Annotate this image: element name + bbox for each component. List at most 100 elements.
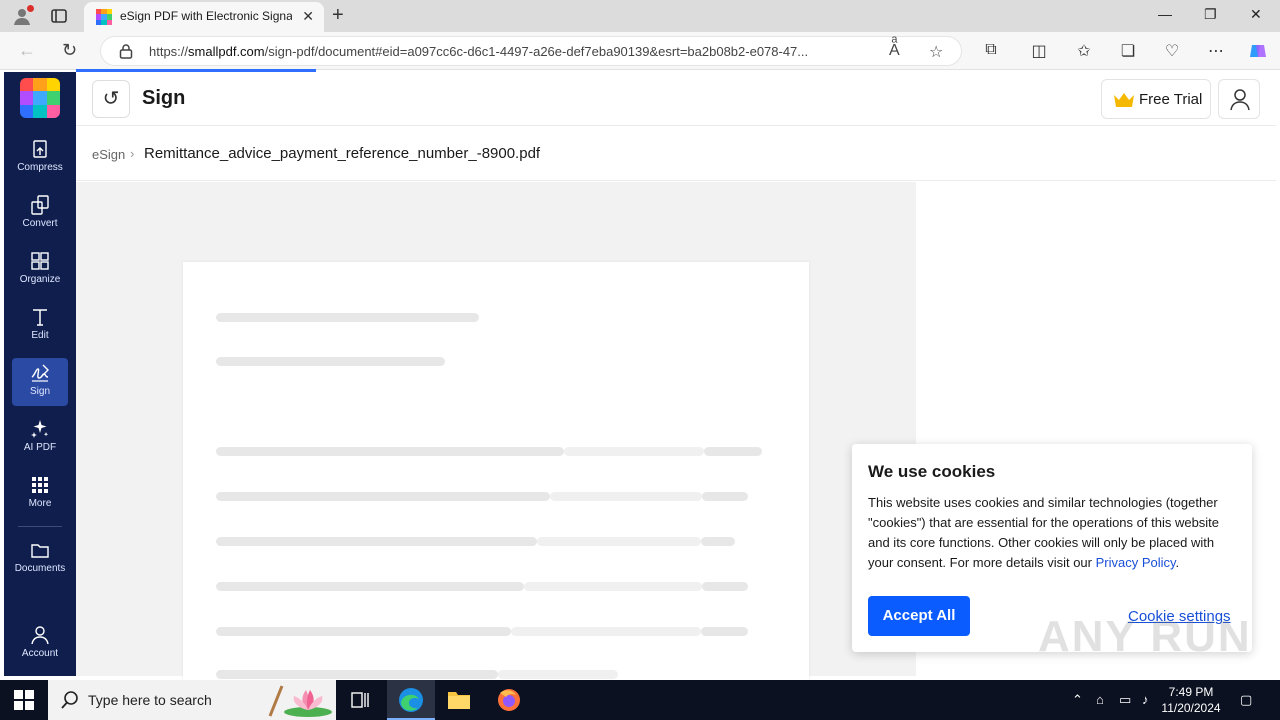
sidebar-item-compress[interactable]: Compress	[12, 134, 68, 182]
url-text: https://smallpdf.com/sign-pdf/document#e…	[149, 44, 809, 59]
back-icon[interactable]: ←	[18, 40, 36, 61]
crown-icon	[1114, 93, 1134, 107]
sidebar-item-more[interactable]: More	[12, 470, 68, 518]
grid-icon	[32, 477, 48, 493]
split-screen-icon[interactable]: ◫	[1029, 41, 1049, 61]
sidebar-item-documents[interactable]: Documents	[12, 535, 68, 583]
collections-icon[interactable]: ❏	[1118, 41, 1138, 61]
sidebar-divider	[18, 526, 62, 527]
tab-actions-icon[interactable]	[50, 7, 68, 25]
sidebar-item-convert[interactable]: Convert	[12, 190, 68, 238]
folder-icon	[31, 544, 49, 558]
skeleton-line	[216, 357, 445, 366]
compress-icon	[33, 140, 47, 158]
system-clock[interactable]: 7:49 PM 11/20/2024	[1160, 684, 1222, 716]
undo-back-button[interactable]: ↺	[92, 80, 130, 118]
skeleton-line	[216, 627, 511, 636]
settings-more-icon[interactable]: ⋯	[1206, 41, 1226, 61]
skeleton-line	[511, 627, 701, 636]
tray-overflow-icon[interactable]: ⌃	[1072, 692, 1083, 708]
skeleton-line	[704, 447, 762, 456]
skeleton-line	[216, 492, 550, 501]
tab-close-icon[interactable]: ✕	[302, 8, 314, 25]
account-button[interactable]	[1218, 79, 1260, 119]
skeleton-line	[550, 492, 702, 501]
lotus-decoration-icon	[268, 685, 332, 717]
cookie-text: This website uses cookies and similar te…	[868, 495, 1220, 570]
search-placeholder: Type here to search	[88, 692, 212, 708]
document-viewer[interactable]	[76, 182, 916, 682]
document-page-loading	[183, 262, 809, 682]
window-close-icon[interactable]: ✕	[1250, 6, 1262, 23]
lock-icon[interactable]	[119, 43, 133, 59]
free-trial-button[interactable]: Free Trial	[1101, 79, 1211, 119]
breadcrumb-separator: ›	[130, 146, 135, 161]
privacy-policy-link[interactable]: Privacy Policy	[1096, 555, 1176, 570]
taskbar-search-box[interactable]: Type here to search	[48, 680, 336, 720]
sign-icon	[31, 364, 49, 382]
skeleton-line	[537, 537, 701, 546]
skeleton-line	[216, 447, 564, 456]
skeleton-line	[216, 313, 479, 322]
smallpdf-logo[interactable]	[20, 78, 60, 118]
search-icon	[61, 691, 78, 709]
sidebar-item-organize[interactable]: Organize	[12, 246, 68, 294]
page-title: Sign	[142, 87, 186, 109]
accept-all-button[interactable]: Accept All	[868, 596, 970, 636]
edit-icon	[33, 309, 47, 326]
notifications-icon[interactable]: ▢	[1240, 692, 1252, 708]
sidebar: Compress Convert Organize Edit Sign AI P…	[4, 72, 76, 676]
skeleton-line	[564, 447, 704, 456]
cookie-title: We use cookies	[868, 462, 996, 481]
favorites-icon[interactable]: ✩	[1074, 41, 1094, 61]
minimize-icon[interactable]: —	[1158, 6, 1172, 22]
reload-icon[interactable]: ↻	[62, 40, 77, 61]
convert-icon	[31, 195, 49, 215]
skeleton-line	[216, 670, 498, 679]
browser-tab-active[interactable]: eSign PDF with Electronic Signat ✕	[84, 2, 324, 32]
anyrun-watermark: ANY RUN	[1038, 612, 1252, 661]
tray-device-icon[interactable]: ⌂	[1096, 692, 1104, 707]
profile-icon[interactable]	[12, 5, 34, 26]
extensions-icon[interactable]: ⧉	[981, 41, 1001, 61]
app-header: ↺ Sign Free Trial	[76, 72, 1276, 126]
address-bar[interactable]: https://smallpdf.com/sign-pdf/document#e…	[100, 36, 962, 66]
read-aloud-icon[interactable]: A͏ͣ	[889, 42, 900, 60]
breadcrumb: eSign › Remittance_advice_payment_refere…	[76, 127, 1276, 181]
sidebar-item-account[interactable]: Account	[12, 620, 68, 668]
undo-icon: ↺	[102, 88, 120, 110]
skeleton-line	[701, 537, 735, 546]
edge-browser-taskbar-icon[interactable]	[387, 680, 435, 720]
skeleton-line	[524, 582, 702, 591]
favorite-star-icon[interactable]: ☆	[929, 42, 943, 62]
user-icon	[1230, 89, 1250, 111]
breadcrumb-esign-link[interactable]: eSign	[92, 147, 125, 162]
sidebar-item-edit[interactable]: Edit	[12, 302, 68, 350]
browser-toolbar: ← ↻ https://smallpdf.com/sign-pdf/docume…	[0, 32, 1280, 70]
browser-tab-strip: eSign PDF with Electronic Signat ✕ + — ❐…	[0, 0, 1280, 32]
sidebar-item-sign[interactable]: Sign	[12, 358, 68, 406]
windows-taskbar: Type here to search ⌃ ⌂ ▭ ♪ 7:49 PM 11/2…	[0, 680, 1280, 720]
file-explorer-icon[interactable]	[435, 680, 483, 720]
breadcrumb-file-name: Remittance_advice_payment_reference_numb…	[144, 145, 541, 162]
network-icon[interactable]: ▭	[1119, 692, 1131, 708]
sparkle-icon	[31, 420, 49, 438]
skeleton-line	[216, 537, 537, 546]
task-view-icon[interactable]	[336, 680, 384, 720]
tab-title: eSign PDF with Electronic Signat	[120, 9, 292, 23]
organize-icon	[31, 252, 49, 270]
smallpdf-favicon-icon	[96, 9, 112, 25]
windows-start-icon[interactable]	[14, 690, 34, 710]
sidebar-item-ai-pdf[interactable]: AI PDF	[12, 414, 68, 462]
new-tab-icon[interactable]: +	[332, 4, 344, 27]
copilot-icon[interactable]	[1248, 41, 1268, 61]
skeleton-line	[702, 582, 748, 591]
restore-icon[interactable]: ❐	[1204, 6, 1217, 23]
volume-icon[interactable]: ♪	[1142, 692, 1149, 707]
skeleton-line	[701, 627, 748, 636]
skeleton-line	[498, 670, 618, 679]
firefox-icon[interactable]	[485, 680, 533, 720]
user-icon	[31, 626, 49, 645]
browser-essentials-icon[interactable]: ♡	[1162, 41, 1182, 61]
skeleton-line	[702, 492, 748, 501]
